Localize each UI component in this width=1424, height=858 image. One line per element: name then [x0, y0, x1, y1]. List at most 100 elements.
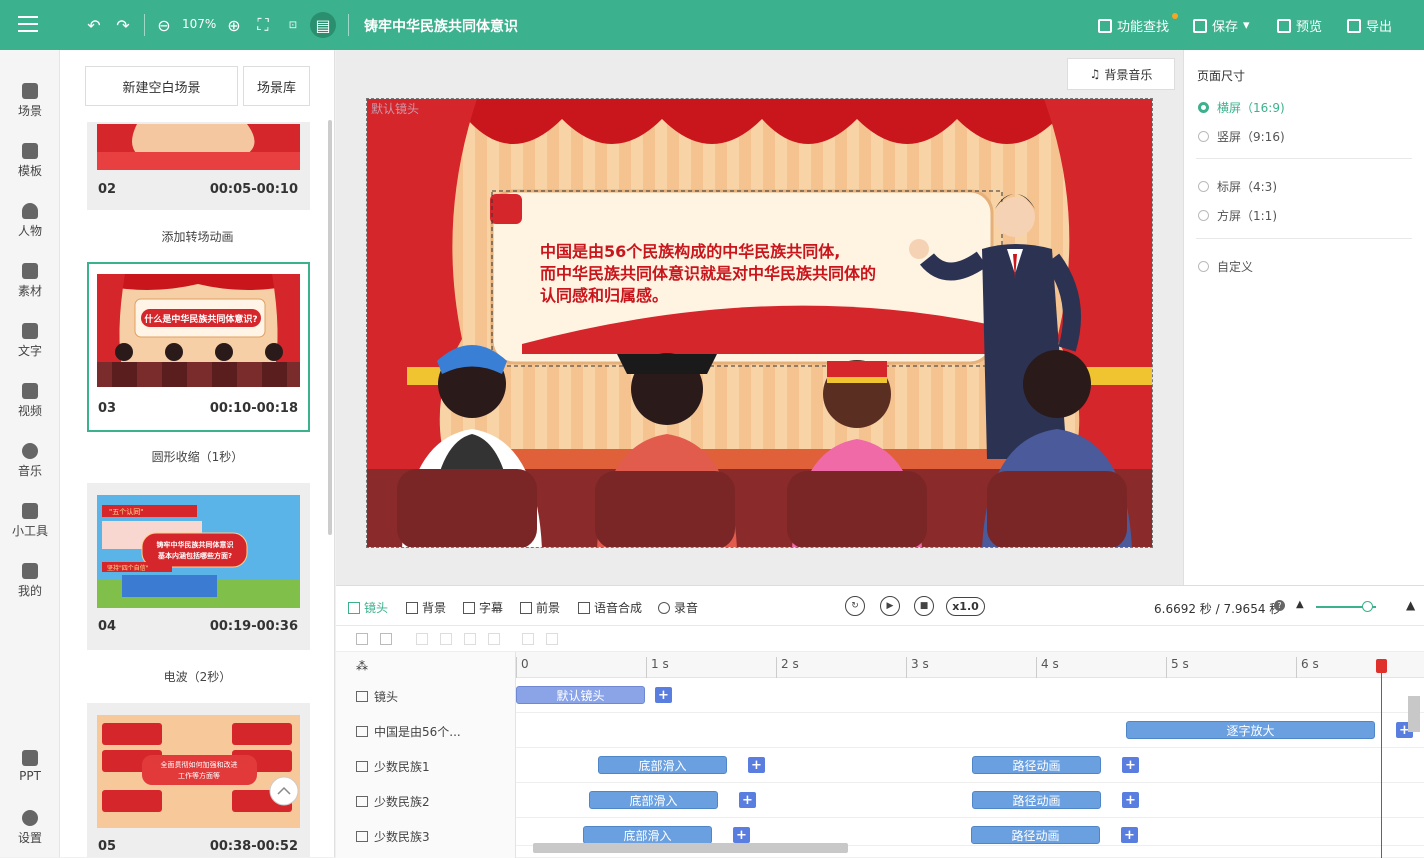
- nav-people[interactable]: 人物: [0, 203, 60, 239]
- menu-icon[interactable]: [18, 16, 38, 34]
- nav-scene[interactable]: 场景: [0, 83, 60, 119]
- zoom-in-timeline-icon[interactable]: ▲: [1406, 598, 1415, 612]
- ruler-tick: 4 s: [1036, 657, 1059, 678]
- distribute-icon[interactable]: [488, 633, 500, 645]
- speed-button[interactable]: x1.0: [946, 597, 985, 616]
- ruler-tick: 6 s: [1296, 657, 1319, 678]
- radio-landscape[interactable]: 横屏（16:9): [1198, 99, 1285, 116]
- scene-list-scrollbar[interactable]: [328, 120, 332, 535]
- track-name-text[interactable]: 中国是由56个...: [356, 723, 461, 740]
- add-transition-link[interactable]: 添加转场动画: [60, 228, 334, 245]
- timeline-hscrollbar[interactable]: [533, 843, 848, 853]
- nav-ppt[interactable]: PPT: [0, 750, 60, 783]
- add-clip-button[interactable]: +: [733, 827, 750, 843]
- zoom-in-icon[interactable]: ⊕: [223, 14, 245, 36]
- help-icon[interactable]: ?: [1274, 600, 1285, 611]
- add-clip-button[interactable]: +: [1122, 757, 1139, 773]
- align-left-icon[interactable]: [416, 633, 428, 645]
- add-clip-button[interactable]: +: [748, 757, 765, 773]
- zoom-out-timeline-icon[interactable]: ▲: [1296, 599, 1304, 610]
- track-name-minority3[interactable]: 少数民族3: [356, 828, 430, 845]
- scene-number: 04: [98, 619, 117, 634]
- clip-zoom-text[interactable]: 逐字放大: [1126, 721, 1375, 739]
- music-note-icon: ♫: [1089, 67, 1101, 81]
- track-name-camera[interactable]: 镜头: [356, 688, 398, 705]
- add-clip-button[interactable]: +: [655, 687, 672, 703]
- align-right-icon[interactable]: [464, 633, 476, 645]
- group-icon[interactable]: [380, 633, 392, 645]
- scene-card-05[interactable]: 全面贯彻如何加强和改进 工作等方面等 05 00:38-00:52: [87, 703, 310, 857]
- tab-background[interactable]: 背景: [406, 599, 446, 616]
- tracks-icon[interactable]: ⁂: [356, 659, 368, 673]
- ruler-tick: 1 s: [646, 657, 669, 678]
- radio-standard[interactable]: 标屏（4:3): [1198, 178, 1277, 195]
- export-button[interactable]: 导出: [1347, 16, 1392, 35]
- tab-record[interactable]: 录音: [658, 599, 698, 616]
- radio-portrait[interactable]: 竖屏（9:16): [1198, 128, 1285, 145]
- paste-icon[interactable]: [546, 633, 558, 645]
- timeline-vscrollbar[interactable]: [1408, 696, 1420, 732]
- clip-path-anim[interactable]: 路径动画: [972, 791, 1101, 809]
- nav-tools[interactable]: 小工具: [0, 503, 60, 539]
- nav-material[interactable]: 素材: [0, 263, 60, 299]
- radio-square[interactable]: 方屏（1:1): [1198, 207, 1277, 224]
- playhead-handle[interactable]: [1376, 659, 1387, 673]
- new-blank-scene-button[interactable]: 新建空白场景: [85, 66, 238, 106]
- clip-path-anim[interactable]: 路径动画: [971, 826, 1100, 844]
- add-clip-button[interactable]: +: [1121, 827, 1138, 843]
- scene-card-02[interactable]: 02 00:05-00:10: [87, 122, 310, 210]
- playhead-line: [1381, 660, 1382, 858]
- add-clip-button[interactable]: +: [739, 792, 756, 808]
- nav-text[interactable]: 文字: [0, 323, 60, 359]
- scene-canvas[interactable]: 默认镜头 中国是由56个民族构成的中华民族共同体, 而中华民族共同体意识就是对中…: [366, 98, 1153, 548]
- stop-icon[interactable]: ■: [914, 596, 934, 616]
- add-clip-button[interactable]: +: [1122, 792, 1139, 808]
- transition-label[interactable]: 圆形收缩（1秒）: [60, 448, 334, 465]
- subtitle-icon[interactable]: ▤: [310, 12, 336, 38]
- track-names: ⁂ 镜头 中国是由56个... 少数民族1 少数民族2 少数民族3: [336, 652, 516, 858]
- replay-icon[interactable]: ↻: [845, 596, 865, 616]
- redo-icon[interactable]: ↷: [112, 14, 134, 36]
- background-icon: [406, 601, 418, 614]
- nav-settings[interactable]: 设置: [0, 810, 60, 846]
- timeline-zoom-knob[interactable]: [1362, 601, 1373, 612]
- track-name-minority2[interactable]: 少数民族2: [356, 793, 430, 810]
- tab-subtitle[interactable]: 字幕: [463, 599, 503, 616]
- nav-music[interactable]: 音乐: [0, 443, 60, 479]
- scene-card-04[interactable]: "五个认同" 铸牢中华民族共同体意识 基本内涵包括哪些方面? 坚持"四个自信" …: [87, 483, 310, 650]
- actual-size-icon[interactable]: ⊡: [282, 14, 304, 36]
- time-ruler[interactable]: 0 1 s 2 s 3 s 4 s 5 s 6 s: [516, 652, 1424, 678]
- clip-slide-in[interactable]: 底部滑入: [598, 756, 727, 774]
- zoom-out-icon[interactable]: ⊖: [153, 14, 175, 36]
- clip-default-camera[interactable]: 默认镜头: [516, 686, 645, 704]
- scene-time: 00:10-00:18: [209, 401, 298, 416]
- scene-library-button[interactable]: 场景库: [243, 66, 310, 106]
- play-icon[interactable]: ▶: [880, 596, 900, 616]
- tab-camera[interactable]: 镜头: [348, 599, 388, 616]
- copy-icon[interactable]: [522, 633, 534, 645]
- tab-foreground[interactable]: 前景: [520, 599, 560, 616]
- scene-card-03[interactable]: 什么是中华民族共同体意识? 03 00:10-00:18: [87, 262, 310, 432]
- save-button[interactable]: 保存 ▾: [1193, 16, 1250, 35]
- track-name-minority1[interactable]: 少数民族1: [356, 758, 430, 775]
- fullscreen-icon[interactable]: ⛶: [252, 14, 274, 36]
- nav-mine[interactable]: 我的: [0, 563, 60, 599]
- project-title[interactable]: 铸牢中华民族共同体意识: [364, 16, 518, 36]
- radio-custom[interactable]: 自定义: [1198, 258, 1253, 275]
- nav-template[interactable]: 模板: [0, 143, 60, 179]
- find-button[interactable]: 功能查找: [1098, 16, 1169, 35]
- undo-icon[interactable]: ↶: [83, 14, 105, 36]
- clip-slide-in[interactable]: 底部滑入: [583, 826, 712, 844]
- scene-thumbnail: 全面贯彻如何加强和改进 工作等方面等: [97, 715, 300, 828]
- filter-icon[interactable]: [356, 633, 368, 645]
- transition-label[interactable]: 电波（2秒）: [60, 668, 334, 685]
- clip-slide-in[interactable]: 底部滑入: [589, 791, 718, 809]
- template-icon: [22, 143, 38, 159]
- preview-button[interactable]: 预览: [1277, 16, 1322, 35]
- tab-tts[interactable]: 语音合成: [578, 599, 642, 616]
- align-center-icon[interactable]: [440, 633, 452, 645]
- clip-path-anim[interactable]: 路径动画: [972, 756, 1101, 774]
- timeline-panel: 镜头 背景 字幕 前景 语音合成 录音 ↻ ▶ ■ x1.0 6.6692 秒 …: [336, 585, 1424, 858]
- nav-video[interactable]: 视频: [0, 383, 60, 419]
- background-music-button[interactable]: ♫ 背景音乐: [1067, 58, 1175, 90]
